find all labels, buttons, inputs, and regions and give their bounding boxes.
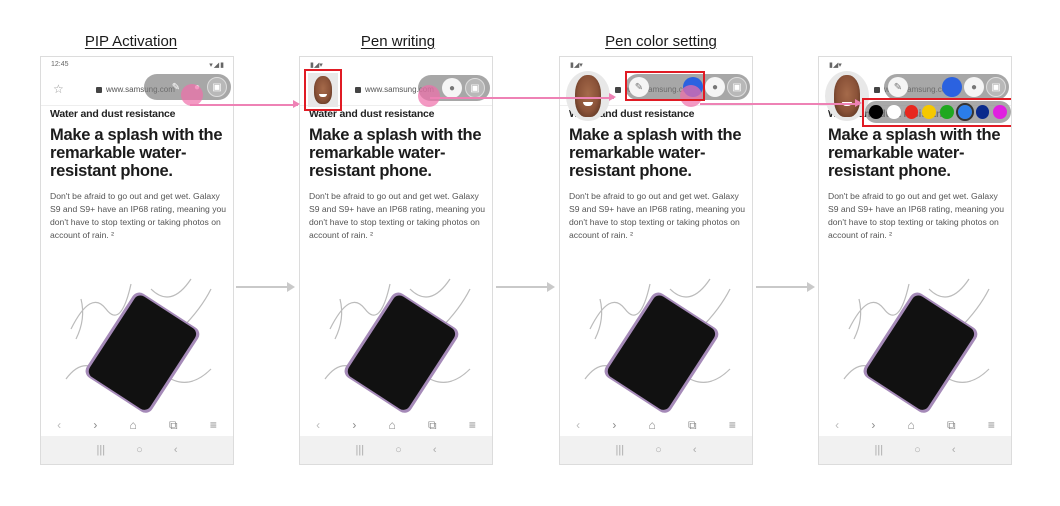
- browser-back-icon[interactable]: ‹: [835, 418, 839, 432]
- browser-forward-icon[interactable]: ›: [612, 418, 616, 432]
- status-bar: 12:45 ▾◢▮: [41, 57, 233, 73]
- system-nav-bar: ||| ○ ‹: [819, 436, 1011, 464]
- pen-icon[interactable]: ✎: [888, 77, 908, 97]
- pip-contact-bubble[interactable]: [566, 71, 610, 121]
- step-title-pen-writing: Pen writing: [360, 33, 436, 50]
- browser-forward-icon[interactable]: ›: [352, 418, 356, 432]
- browser-home-icon[interactable]: ⌂: [908, 418, 915, 432]
- article-body: Don't be afraid to go out and get wet. G…: [569, 191, 746, 240]
- back-icon[interactable]: ‹: [693, 444, 697, 456]
- window-icon[interactable]: ▣: [465, 78, 485, 98]
- status-icons-left: ▮◢▾: [829, 62, 842, 69]
- step-arrow-3: [756, 282, 815, 292]
- home-icon[interactable]: ○: [136, 444, 143, 456]
- article-body: Don't be afraid to go out and get wet. G…: [828, 191, 1005, 240]
- browser-menu-icon[interactable]: ≡: [469, 418, 476, 432]
- browser-tabs-icon[interactable]: ⧉: [947, 418, 956, 433]
- browser-tabs-icon[interactable]: ⧉: [688, 418, 697, 433]
- contact-icon[interactable]: ●: [964, 77, 984, 97]
- status-icons-left: ▮◢▾: [570, 62, 583, 69]
- browser-nav-bar: ‹ › ⌂ ⧉ ≡: [819, 413, 1011, 437]
- highlight-box: [862, 98, 1011, 127]
- step-arrow-2: [496, 282, 555, 292]
- article: Water and dust resistance Make a splash …: [50, 108, 230, 242]
- lock-icon: [874, 87, 880, 93]
- browser-nav-bar: ‹ › ⌂ ⧉ ≡: [41, 413, 233, 437]
- phone-screen-2: ▮◢▾ www.samsung.com Water and dust resis…: [299, 56, 493, 465]
- lock-icon: [355, 87, 361, 93]
- article: Water and dust resistance Make a splash …: [828, 108, 1008, 242]
- flow-arrow-1: [190, 101, 300, 107]
- window-icon[interactable]: ▣: [986, 77, 1006, 97]
- browser-back-icon[interactable]: ‹: [576, 418, 580, 432]
- flow-arrow-2: [430, 94, 616, 100]
- article-headline: Make a splash with the remarkable water-…: [569, 126, 742, 180]
- phone-screen-3: ▮◢▾ www.samsung.com Water and dust resis…: [559, 56, 753, 465]
- article: Water and dust resistance Make a splash …: [569, 108, 749, 242]
- article-headline: Make a splash with the remarkable water-…: [309, 126, 482, 180]
- home-icon[interactable]: ○: [914, 444, 921, 456]
- article-headline: Make a splash with the remarkable water-…: [828, 126, 1001, 180]
- window-icon[interactable]: ▣: [727, 77, 747, 97]
- browser-home-icon[interactable]: ⌂: [130, 418, 137, 432]
- home-icon[interactable]: ○: [395, 444, 402, 456]
- lock-icon: [96, 87, 102, 93]
- browser-menu-icon[interactable]: ≡: [210, 418, 217, 432]
- article-headline: Make a splash with the remarkable water-…: [50, 126, 223, 180]
- browser-menu-icon[interactable]: ≡: [988, 418, 995, 432]
- pen-color-button[interactable]: [942, 77, 962, 97]
- phone-screen-1: 12:45 ▾◢▮ ☆ www.samsung.com Water and du…: [40, 56, 234, 465]
- browser-nav-bar: ‹ › ⌂ ⧉ ≡: [560, 413, 752, 437]
- phone-screen-4: ▮◢▾ www.samsung.com Water and dust resis…: [818, 56, 1012, 465]
- article-body: Don't be afraid to go out and get wet. G…: [50, 191, 227, 240]
- phone-splash-image: [65, 278, 212, 413]
- browser-back-icon[interactable]: ‹: [57, 418, 61, 432]
- browser-home-icon[interactable]: ⌂: [649, 418, 656, 432]
- step-arrow-1: [236, 282, 295, 292]
- article-subhead: Water and dust resistance: [50, 108, 176, 120]
- recents-icon[interactable]: |||: [97, 444, 106, 456]
- back-icon[interactable]: ‹: [952, 444, 956, 456]
- browser-tabs-icon[interactable]: ⧉: [169, 418, 178, 433]
- touch-indicator: [418, 85, 440, 107]
- browser-nav-bar: ‹ › ⌂ ⧉ ≡: [300, 413, 492, 437]
- step-title-pip-activation: PIP Activation: [84, 33, 178, 50]
- article-body: Don't be afraid to go out and get wet. G…: [309, 191, 486, 240]
- recents-icon[interactable]: |||: [356, 444, 365, 456]
- contact-icon[interactable]: ●: [705, 77, 725, 97]
- back-icon[interactable]: ‹: [433, 444, 437, 456]
- phone-splash-image: [324, 278, 471, 413]
- browser-tabs-icon[interactable]: ⧉: [428, 418, 437, 433]
- pip-toolbar: ✎ ● ▣: [884, 74, 1009, 100]
- browser-forward-icon[interactable]: ›: [93, 418, 97, 432]
- browser-back-icon[interactable]: ‹: [316, 418, 320, 432]
- home-icon[interactable]: ○: [655, 444, 662, 456]
- browser-menu-icon[interactable]: ≡: [729, 418, 736, 432]
- system-nav-bar: ||| ○ ‹: [300, 436, 492, 464]
- highlight-box: [625, 71, 705, 101]
- recents-icon[interactable]: |||: [616, 444, 625, 456]
- step-title-pen-color-setting: Pen color setting: [605, 33, 717, 50]
- contact-icon[interactable]: ●: [442, 78, 462, 98]
- touch-indicator: [181, 84, 203, 106]
- window-icon[interactable]: ▣: [207, 77, 227, 97]
- status-icons: ▾◢▮: [209, 62, 225, 69]
- phone-splash-image: [843, 278, 990, 413]
- back-icon[interactable]: ‹: [174, 444, 178, 456]
- article: Water and dust resistance Make a splash …: [309, 108, 489, 242]
- phone-splash-image: [584, 278, 731, 413]
- highlight-box: [304, 69, 342, 111]
- status-time: 12:45: [51, 61, 69, 68]
- recents-icon[interactable]: |||: [875, 444, 884, 456]
- system-nav-bar: ||| ○ ‹: [41, 436, 233, 464]
- status-icons-left: ▮◢▾: [310, 62, 323, 69]
- browser-forward-icon[interactable]: ›: [871, 418, 875, 432]
- browser-home-icon[interactable]: ⌂: [389, 418, 396, 432]
- flow-arrow-3: [700, 100, 862, 106]
- bookmark-star-icon[interactable]: ☆: [53, 82, 64, 96]
- system-nav-bar: ||| ○ ‹: [560, 436, 752, 464]
